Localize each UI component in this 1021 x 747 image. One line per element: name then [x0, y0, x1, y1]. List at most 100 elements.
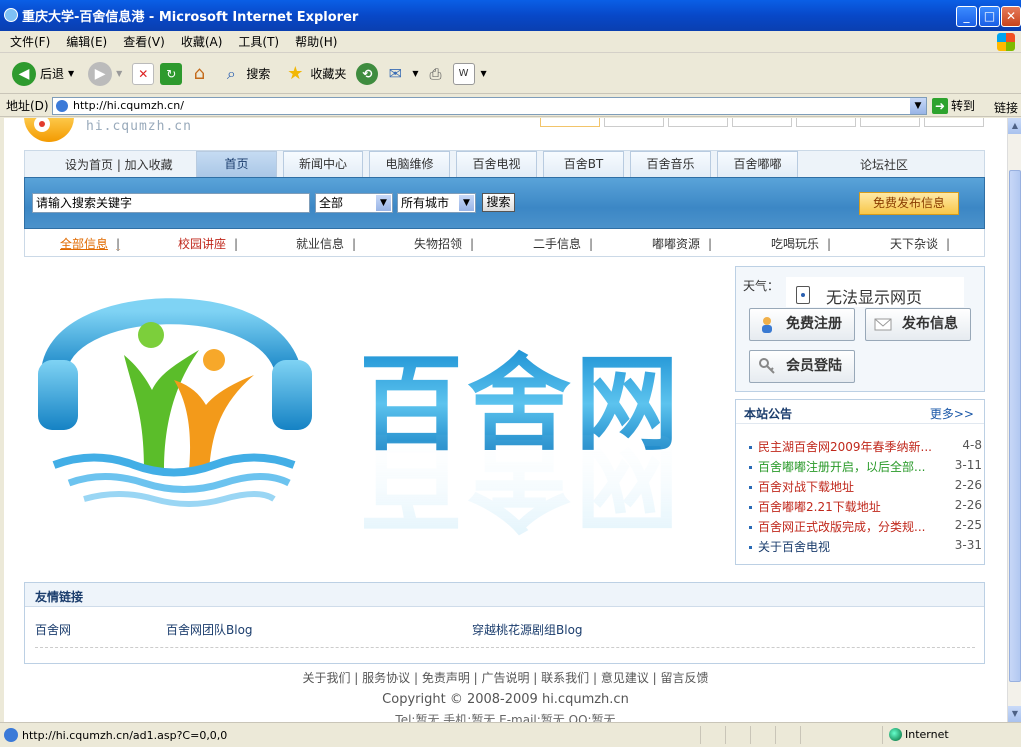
forward-arrow-icon: ▶ — [88, 61, 113, 86]
globe-icon — [889, 728, 902, 741]
print-icon[interactable]: ⎙ — [425, 63, 447, 85]
edit-dropdown-icon[interactable]: ▼ — [481, 69, 487, 78]
page-footer: 关于我们 | 服务协议 | 免责声明 | 广告说明 | 联系我们 | 意见建议 … — [4, 669, 1007, 722]
close-button[interactable]: ✕ — [1001, 6, 1021, 27]
favorites-button[interactable]: ★ 收藏夹 — [280, 61, 350, 87]
logo-url-text: hi.cqumzh.cn — [86, 119, 192, 134]
page-icon — [56, 100, 68, 112]
category-misc[interactable]: 天下杂谈 | — [890, 235, 950, 252]
history-icon[interactable]: ⟲ — [356, 62, 379, 85]
menu-edit[interactable]: 编辑(E) — [66, 33, 107, 50]
security-zone: Internet — [882, 726, 1021, 744]
notice-item[interactable]: 百舍网正式改版完成，分类规... 2-25 — [744, 518, 982, 535]
address-label: 地址(D) — [6, 99, 49, 113]
category-bar: 全部信息 | 校园讲座 | 就业信息 | 失物招领 | 二手信息 | 嘟嘟资源 | 吃喝玩乐… — [24, 229, 985, 257]
menu-tools[interactable]: 工具(T) — [238, 33, 279, 50]
scroll-thumb[interactable] — [1009, 170, 1021, 682]
main-nav: 设为首页 | 加入收藏 首页 新闻中心 电脑维修 百舍电视 百舍BT 百舍音乐 … — [24, 150, 985, 178]
go-button[interactable]: ➜ 转到 — [932, 97, 975, 114]
scope-value: 全部 — [319, 196, 344, 210]
back-arrow-icon: ◀ — [12, 61, 36, 86]
publish-info-label: 发布信息 — [902, 316, 958, 332]
friend-link[interactable]: 穿越桃花源剧组Blog — [472, 621, 583, 638]
site-banner[interactable]: 百舍网 百舍网 — [24, 265, 728, 560]
word-edit-icon[interactable]: W — [452, 62, 475, 85]
free-publish-button[interactable]: 免费发布信息 — [859, 192, 959, 215]
city-select[interactable]: 所有城市 ▼ — [397, 193, 476, 213]
links-button[interactable]: 链接 — [994, 99, 1018, 116]
menu-help[interactable]: 帮助(H) — [295, 33, 337, 50]
mail-icon[interactable]: ✉ — [384, 63, 406, 85]
mail-dropdown-icon[interactable]: ▼ — [412, 69, 418, 78]
category-jobs[interactable]: 就业信息 | — [296, 235, 356, 252]
tab-news[interactable]: 新闻中心 — [283, 151, 363, 178]
register-label: 免费注册 — [786, 316, 842, 332]
tab-bt[interactable]: 百舍BT — [543, 151, 624, 178]
back-button[interactable]: ◀ 后退 ▼ — [8, 60, 78, 88]
status-url: http://hi.cqumzh.cn/ad1.asp?C=0,0,0 — [22, 728, 228, 742]
scroll-up-icon[interactable]: ▲ — [1008, 118, 1021, 134]
tab-tv[interactable]: 百舍电视 — [456, 151, 537, 178]
status-bar: http://hi.cqumzh.cn/ad1.asp?C=0,0,0 Inte… — [0, 722, 1021, 747]
notice-item[interactable]: 百舍嘟嘟注册开启，以后全部... 3-11 — [744, 458, 982, 475]
tab-dudu[interactable]: 百舍嘟嘟 — [717, 151, 798, 178]
notice-more-link[interactable]: 更多>> — [930, 405, 974, 422]
category-second-hand[interactable]: 二手信息 | — [533, 235, 593, 252]
window-titlebar[interactable]: 重庆大学-百舍信息港 - Microsoft Internet Explorer — [0, 0, 1021, 31]
star-icon: ★ — [287, 63, 304, 84]
refresh-icon[interactable]: ↻ — [160, 62, 183, 85]
address-dropdown-icon[interactable]: ▼ — [910, 98, 926, 114]
stop-icon[interactable]: ✕ — [132, 62, 155, 85]
weather-frame: 无法显示网页 — [786, 277, 964, 307]
tab-music[interactable]: 百舍音乐 — [630, 151, 711, 178]
city-dropdown-icon: ▼ — [459, 195, 474, 211]
search-input[interactable]: 请输入搜索关键字 — [32, 193, 310, 213]
maximize-button[interactable]: □ — [979, 6, 1000, 27]
notice-item[interactable]: 百舍嘟嘟2.21下载地址 2-26 — [744, 498, 982, 515]
notice-item[interactable]: 民主湖百舍网2009年春季纳新... 4-8 — [744, 438, 982, 455]
tab-home[interactable]: 首页 — [196, 151, 277, 178]
search-submit-button[interactable]: 搜索 — [482, 193, 515, 212]
menu-favorites[interactable]: 收藏(A) — [181, 33, 223, 50]
site-logo[interactable] — [24, 118, 84, 142]
member-panel: 天气： 无法显示网页 免费注册 发布信息 会员登陆 — [735, 266, 985, 392]
publish-info-button[interactable]: 发布信息 — [865, 308, 971, 341]
back-dropdown-icon[interactable]: ▼ — [68, 69, 74, 78]
scroll-down-icon[interactable]: ▼ — [1008, 706, 1021, 722]
notice-title: 本站公告 — [744, 407, 793, 421]
friend-link[interactable]: 百舍网团队Blog — [166, 621, 253, 638]
key-icon — [759, 358, 775, 374]
header-boxes — [540, 118, 990, 128]
menu-file[interactable]: 文件(F) — [10, 33, 50, 50]
tab-forum[interactable]: 论坛社区 — [860, 156, 908, 173]
scope-select[interactable]: 全部 ▼ — [315, 193, 393, 213]
minimize-button[interactable]: _ — [956, 6, 977, 27]
footer-links[interactable]: 关于我们 | 服务协议 | 免责声明 | 广告说明 | 联系我们 | 意见建议 … — [4, 669, 1007, 686]
notice-item[interactable]: 关于百舍电视 3-31 — [744, 538, 982, 555]
forward-button[interactable]: ▶ ▼ — [84, 60, 126, 88]
register-button[interactable]: 免费注册 — [749, 308, 855, 341]
windows-logo-icon — [997, 33, 1015, 51]
search-button[interactable]: ⌕ 搜索 — [216, 61, 274, 87]
tab-pc-repair[interactable]: 电脑维修 — [369, 151, 450, 178]
city-value: 所有城市 — [401, 196, 450, 210]
vertical-scrollbar[interactable]: ▲ ▼ — [1007, 118, 1021, 722]
login-label: 会员登陆 — [786, 358, 842, 374]
category-all[interactable]: 全部信息 | — [60, 235, 120, 252]
category-dudu[interactable]: 嘟嘟资源 | — [652, 235, 712, 252]
notice-item[interactable]: 百舍对战下载地址 2-26 — [744, 478, 982, 495]
address-input[interactable]: http://hi.cqumzh.cn/ ▼ — [52, 97, 927, 115]
home-icon[interactable]: ⌂ — [188, 63, 210, 85]
category-food-fun[interactable]: 吃喝玩乐 | — [771, 235, 831, 252]
banner-reflection-text: 百舍网 — [359, 420, 683, 542]
search-label: 搜索 — [246, 67, 271, 81]
menu-view[interactable]: 查看(V) — [123, 33, 165, 50]
forward-dropdown-icon[interactable]: ▼ — [116, 69, 122, 78]
home-favorite-links[interactable]: 设为首页 | 加入收藏 — [65, 156, 173, 173]
login-button[interactable]: 会员登陆 — [749, 350, 855, 383]
divider — [35, 647, 975, 648]
go-label: 转到 — [951, 99, 976, 113]
category-lectures[interactable]: 校园讲座 | — [178, 235, 238, 252]
friend-link[interactable]: 百舍网 — [35, 621, 71, 638]
category-lost-found[interactable]: 失物招领 | — [414, 235, 474, 252]
